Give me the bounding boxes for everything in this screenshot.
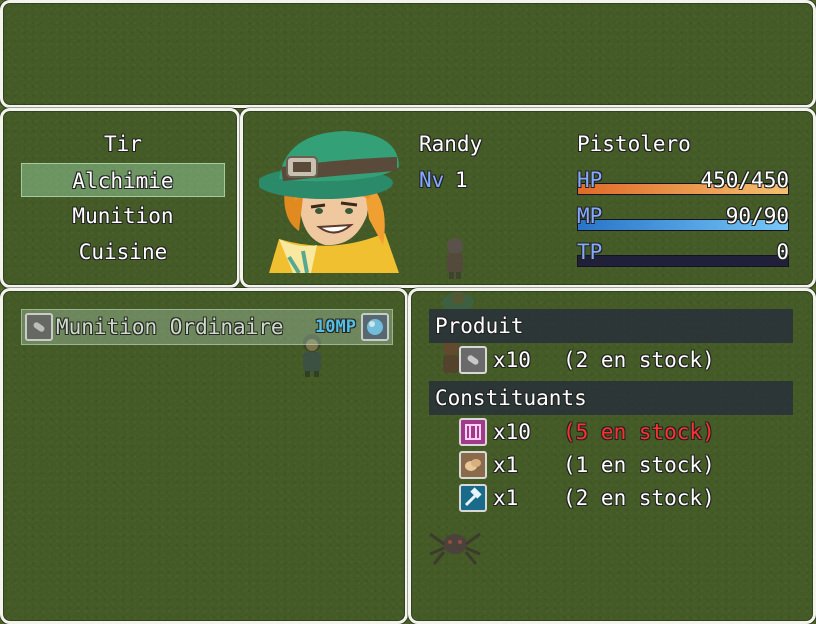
level-label: Nv <box>419 168 445 192</box>
crate-icon <box>459 418 487 446</box>
tp-label: TP <box>577 240 603 264</box>
category-munition[interactable]: Munition <box>21 199 225 233</box>
category-cuisine[interactable]: Cuisine <box>21 235 225 269</box>
tp-value: 0 <box>776 240 789 264</box>
ingredients-header: Constituants <box>429 381 793 415</box>
product-stock: (2 en stock) <box>563 348 715 372</box>
hammer-icon <box>459 484 487 512</box>
orb-icon <box>361 313 389 341</box>
level-value: 1 <box>455 168 468 192</box>
mp-value: 90/90 <box>725 204 789 228</box>
ingredient-qty: x1 <box>493 453 519 477</box>
actor-name: Randy <box>419 132 483 156</box>
recipe-info-window: Produit x10 (2 en stock) Constituants x1… <box>408 288 816 624</box>
ingredient-stock: (1 en stock) <box>563 453 715 477</box>
bullet-icon <box>25 313 53 341</box>
bullet-icon <box>459 346 487 374</box>
mp-gauge: MP 90/90 <box>577 201 789 233</box>
hp-value: 450/450 <box>700 168 789 192</box>
recipe-name: Munition Ordinaire <box>56 315 284 339</box>
hp-label: HP <box>577 168 603 192</box>
tp-bar <box>577 255 789 267</box>
product-qty: x10 <box>493 348 531 372</box>
recipe-cost: 10MP <box>315 317 356 337</box>
actor-class: Pistolero <box>577 132 691 156</box>
mp-label: MP <box>577 204 603 228</box>
ingredient-stock: (2 en stock) <box>563 486 715 510</box>
ore-icon <box>459 451 487 479</box>
actor-status-window: Randy Pistolero Nv 1 HP 450/450 MP 90/90… <box>240 108 816 288</box>
ingredient-stock: (5 en stock) <box>563 420 715 444</box>
product-header: Produit <box>429 309 793 343</box>
tp-gauge: TP 0 <box>577 237 789 269</box>
actor-portrait <box>259 127 405 273</box>
recipe-list-window: Munition Ordinaire 10MP <box>0 288 408 624</box>
recipe-item-munition-ordinaire[interactable]: Munition Ordinaire 10MP <box>21 309 393 345</box>
help-window <box>0 0 816 108</box>
ingredient-qty: x1 <box>493 486 519 510</box>
category-alchimie[interactable]: Alchimie <box>21 163 225 197</box>
category-tir[interactable]: Tir <box>21 127 225 161</box>
category-window: Tir Alchimie Munition Cuisine <box>0 108 240 288</box>
hp-gauge: HP 450/450 <box>577 165 789 197</box>
ingredient-qty: x10 <box>493 420 531 444</box>
